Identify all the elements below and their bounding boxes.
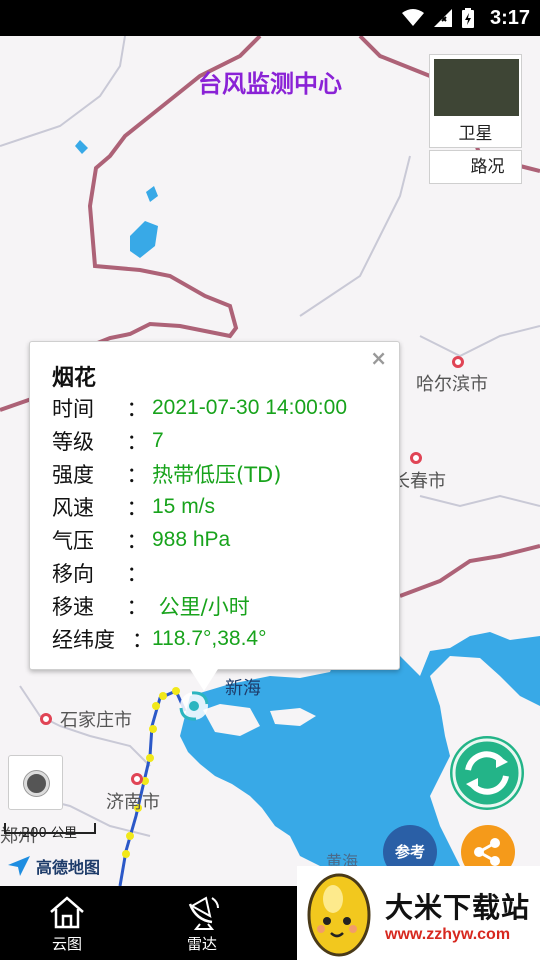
info-row-move-speed: 移速 ： 公里/小时 bbox=[52, 590, 250, 622]
info-key: 移向 bbox=[52, 562, 94, 586]
info-colon: ： bbox=[126, 430, 148, 454]
info-value: 118.7°,38.4° bbox=[152, 627, 267, 650]
status-bar: 3:17 bbox=[0, 0, 540, 36]
radar-dish-icon bbox=[188, 896, 219, 930]
scale-label: 200 公里 bbox=[22, 826, 77, 841]
info-value: 7 bbox=[152, 429, 164, 452]
info-colon: ： bbox=[126, 562, 148, 586]
map-brand-label: 高德地图 bbox=[36, 858, 101, 877]
info-value: 热带低压(TD) bbox=[152, 463, 282, 487]
info-key: 气压 bbox=[52, 529, 94, 553]
status-icons: 3:17 bbox=[401, 0, 530, 36]
info-key: 等级 bbox=[52, 430, 94, 454]
typhoon-info-popup: × 烟花 时间： 2021-07-30 14:00:00 等级： 7 强度：热带低压… bbox=[29, 341, 400, 670]
info-key: 强度 bbox=[52, 463, 94, 487]
status-time: 3:17 bbox=[489, 6, 530, 29]
refresh-button[interactable] bbox=[450, 736, 524, 810]
locate-icon bbox=[24, 771, 49, 796]
info-colon: ： bbox=[132, 628, 153, 652]
info-value: 988 hPa bbox=[152, 528, 231, 551]
map-view[interactable]: 台风监测中心 哈尔滨市 长春市 石家庄市 济南市 郑州 新海 黄海 卫星 路况 … bbox=[0, 36, 540, 886]
city-label-partial: 新海 bbox=[225, 678, 261, 699]
info-value: 15 m/s bbox=[152, 495, 216, 518]
info-colon: ： bbox=[126, 496, 148, 520]
info-row-time: 时间 ： 2021-07-30 14:00:00 bbox=[52, 392, 347, 424]
info-value: 公里/小时 bbox=[152, 595, 250, 619]
info-row-pressure: 气压 ： 988 hPa bbox=[52, 524, 230, 556]
amap-logo-icon bbox=[8, 856, 30, 876]
info-colon: ： bbox=[126, 463, 148, 487]
info-key: 时间 bbox=[52, 397, 94, 421]
traffic-layer-button[interactable]: 路况 bbox=[429, 150, 522, 184]
watermark-url: www.zzhyw.com bbox=[385, 926, 511, 943]
city-label-jinan: 济南市 bbox=[106, 792, 160, 813]
city-marker-shijiazhuang bbox=[40, 713, 52, 725]
info-value: 2021-07-30 14:00:00 bbox=[152, 396, 347, 419]
map-brand: 高德地图 bbox=[6, 854, 100, 878]
info-key: 风速 bbox=[52, 496, 94, 520]
info-colon: ： bbox=[126, 529, 148, 553]
home-icon bbox=[50, 896, 84, 929]
signal-icon bbox=[433, 9, 452, 27]
typhoon-symbol bbox=[179, 691, 209, 721]
wifi-icon bbox=[401, 9, 424, 26]
info-row-intensity: 强度 ：热带低压(TD) bbox=[52, 458, 281, 490]
city-label-shijiazhuang: 石家庄市 bbox=[60, 710, 132, 731]
satellite-layer-button[interactable]: 卫星 bbox=[429, 54, 522, 148]
info-colon: ： bbox=[126, 397, 148, 421]
locate-button[interactable] bbox=[8, 755, 63, 810]
watermark-name: 大米下载站 bbox=[385, 891, 531, 924]
info-key: 移速 bbox=[52, 595, 94, 619]
refresh-icon bbox=[452, 738, 522, 808]
popup-pointer bbox=[190, 669, 218, 691]
nav-item-radar[interactable]: 雷达 bbox=[152, 886, 252, 960]
info-row-level: 等级 ： 7 bbox=[52, 425, 164, 457]
typhoon-name: 烟花 bbox=[52, 366, 97, 391]
satellite-thumbnail bbox=[434, 59, 519, 116]
info-key: 经纬度 bbox=[52, 628, 115, 652]
info-row-direction: 移向 ： bbox=[52, 557, 152, 589]
nav-label-radar: 雷达 bbox=[186, 935, 217, 953]
info-colon: ： bbox=[126, 595, 148, 619]
city-marker-changchun bbox=[410, 452, 422, 464]
info-row-latlon: 经纬度 ： 118.7°,38.4° bbox=[52, 623, 267, 655]
city-label-changchun: 长春市 bbox=[392, 471, 446, 492]
city-label-harbin: 哈尔滨市 bbox=[416, 374, 488, 395]
rice-mascot-logo bbox=[307, 873, 371, 957]
nav-item-cloud[interactable]: 云图 bbox=[17, 886, 117, 960]
city-marker-jinan bbox=[131, 773, 143, 785]
battery-icon bbox=[461, 8, 474, 28]
satellite-layer-label: 卫星 bbox=[458, 124, 493, 144]
watermark-banner: 大米下载站 www.zzhyw.com bbox=[297, 866, 540, 960]
info-row-wind-speed: 风速 ： 15 m/s bbox=[52, 491, 215, 523]
close-icon[interactable]: × bbox=[370, 346, 387, 370]
nav-label-cloud: 云图 bbox=[51, 935, 82, 953]
city-marker-harbin bbox=[452, 356, 464, 368]
